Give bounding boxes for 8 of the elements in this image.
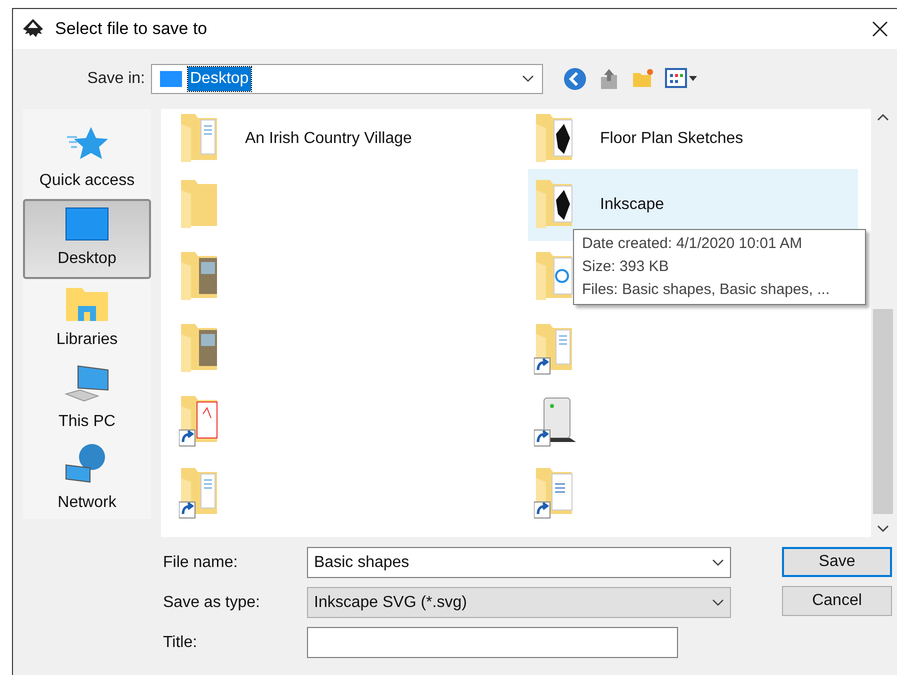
field-label: Save as type: <box>163 592 261 612</box>
tooltip-line: Files: Basic shapes, Basic shapes, ... <box>582 280 831 300</box>
location-text: Desktop <box>188 67 251 91</box>
window-title: Select file to save to <box>55 18 208 40</box>
field-label: File name: <box>163 552 239 572</box>
tooltip-line: Size: 393 KB <box>582 257 670 277</box>
save-in-label: Save in: <box>86 69 146 89</box>
field-label: Title: <box>163 632 198 652</box>
